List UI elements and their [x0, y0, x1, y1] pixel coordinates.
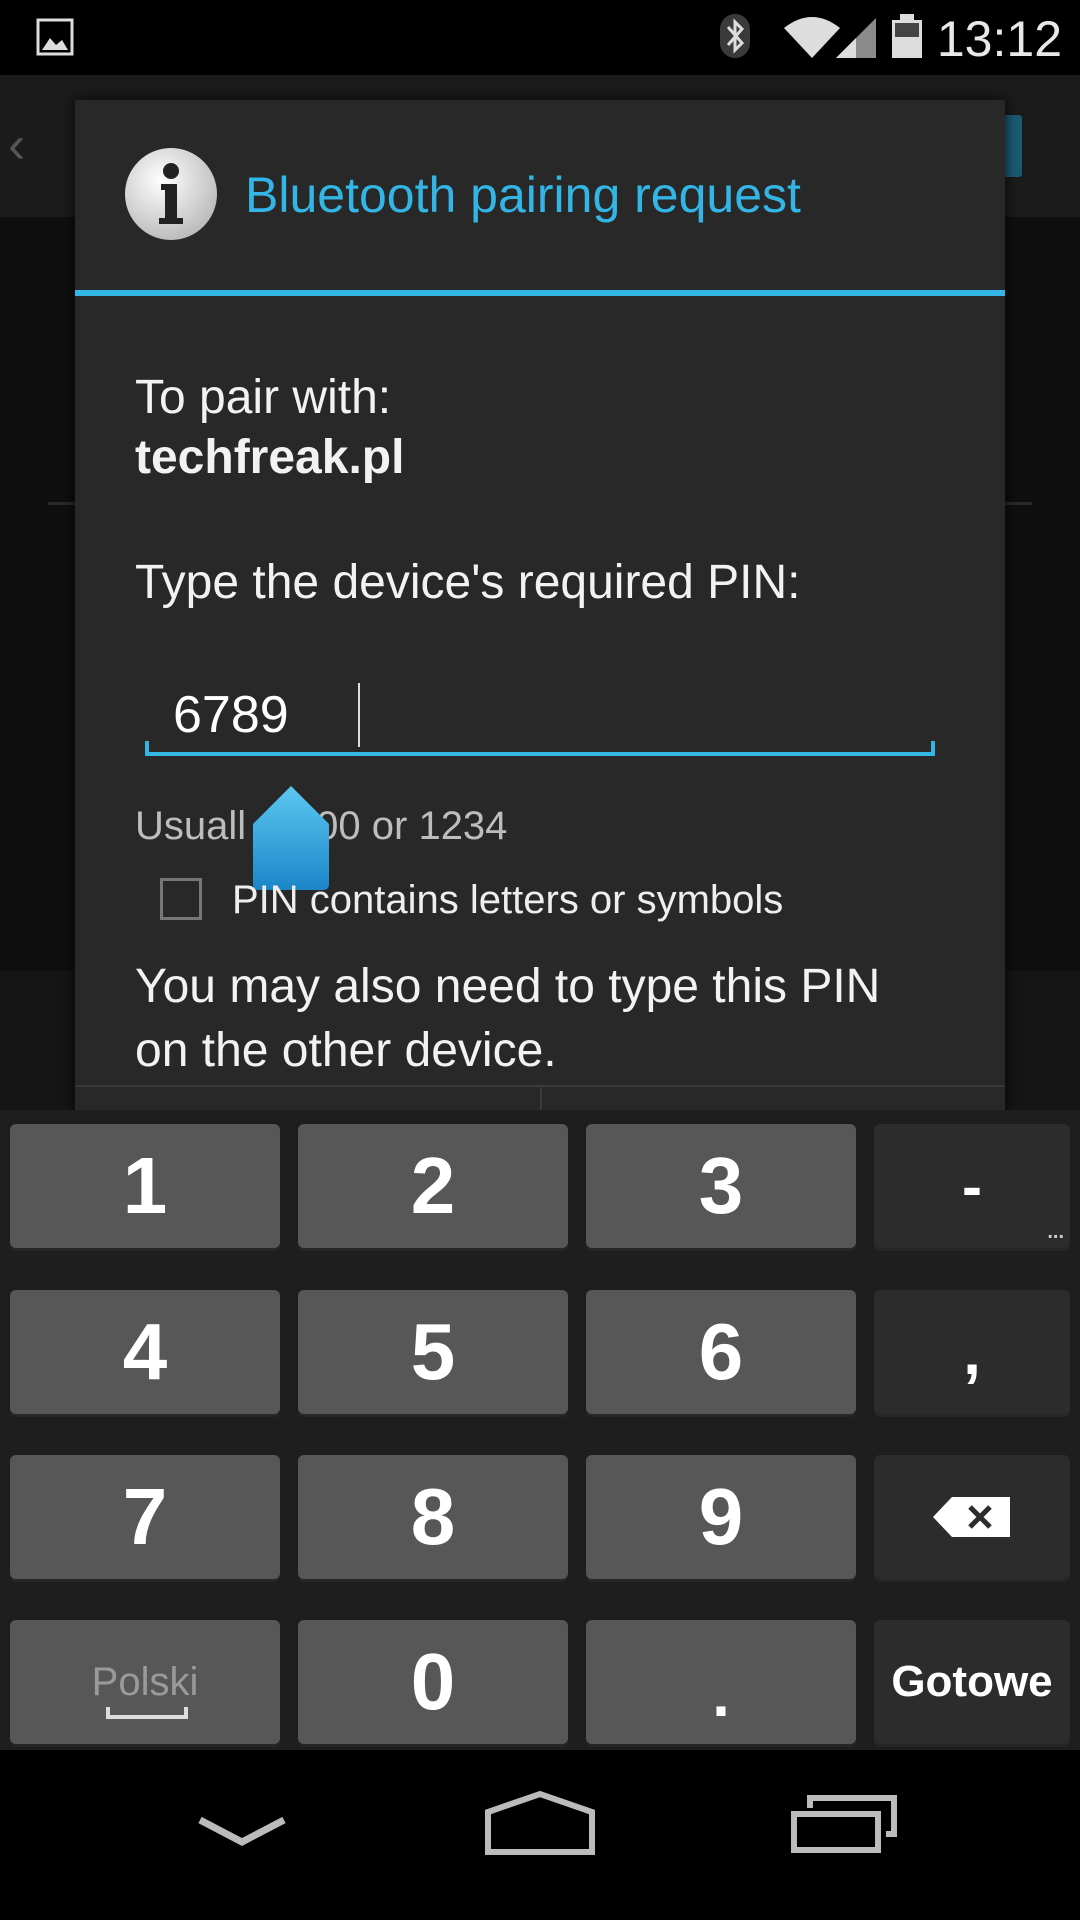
- pin-input-value: 6789: [173, 686, 289, 744]
- key-8-label: 8: [410, 1472, 456, 1561]
- pair-label: To pair with:: [135, 371, 392, 424]
- key-4[interactable]: 4: [10, 1290, 280, 1414]
- title-divider: [75, 290, 1005, 296]
- letters-symbols-label[interactable]: PIN contains letters or symbols: [232, 878, 783, 923]
- key-minus[interactable]: - ...: [874, 1124, 1070, 1248]
- key-4-label: 4: [122, 1307, 168, 1396]
- bluetooth-icon: [720, 14, 750, 58]
- text-cursor: [358, 683, 360, 747]
- key-7-label: 7: [122, 1472, 168, 1561]
- key-language-space[interactable]: Polski: [10, 1620, 280, 1744]
- key-period-label: .: [712, 1658, 730, 1730]
- pin-hint-start: Usuall: [135, 804, 247, 848]
- pin-input[interactable]: 6789: [145, 683, 935, 765]
- pin-note: You may also need to type this PIN on th…: [135, 960, 881, 1077]
- key-backspace[interactable]: [874, 1455, 1070, 1579]
- home-icon[interactable]: [484, 1790, 596, 1856]
- key-9[interactable]: 9: [586, 1455, 856, 1579]
- key-period[interactable]: .: [586, 1620, 856, 1744]
- key-done-label: Gotowe: [891, 1657, 1053, 1706]
- space-bar-icon: [106, 1707, 188, 1719]
- status-bar: 13:12: [0, 0, 1080, 75]
- cursor-handle-icon[interactable]: [253, 786, 329, 890]
- device-name: techfreak.pl: [135, 431, 405, 484]
- key-2-label: 2: [410, 1141, 456, 1230]
- input-underline: [145, 752, 935, 756]
- back-chevron-icon: ‹: [8, 116, 26, 174]
- key-6-label: 6: [698, 1307, 744, 1396]
- backspace-icon: [933, 1497, 1010, 1537]
- hide-keyboard-icon[interactable]: [196, 1812, 288, 1852]
- letters-symbols-checkbox[interactable]: [160, 878, 202, 920]
- signal-icon: [836, 18, 876, 58]
- key-comma-label: ,: [963, 1316, 981, 1388]
- dialog-button-separator: [540, 1087, 542, 1110]
- key-done[interactable]: Gotowe: [874, 1620, 1070, 1744]
- dialog-header: Bluetooth pairing request: [75, 100, 1005, 290]
- battery-icon: [892, 14, 922, 58]
- pin-prompt: Type the device's required PIN:: [135, 556, 801, 609]
- key-comma[interactable]: ,: [874, 1290, 1070, 1414]
- key-language-label: Polski: [91, 1659, 199, 1704]
- key-6[interactable]: 6: [586, 1290, 856, 1414]
- key-8[interactable]: 8: [298, 1455, 568, 1579]
- pin-hint-end: 00 or 1234: [316, 804, 508, 848]
- key-1[interactable]: 1: [10, 1124, 280, 1248]
- key-2[interactable]: 2: [298, 1124, 568, 1248]
- key-0[interactable]: 0: [298, 1620, 568, 1744]
- navigation-bar: [0, 1750, 1080, 1920]
- key-0-label: 0: [410, 1637, 456, 1726]
- key-minus-label: -: [962, 1152, 982, 1220]
- key-9-label: 9: [698, 1472, 744, 1561]
- key-1-label: 1: [122, 1141, 168, 1230]
- dialog-title: Bluetooth pairing request: [245, 167, 801, 223]
- more-symbols-indicator: ...: [1047, 1221, 1064, 1243]
- key-5[interactable]: 5: [298, 1290, 568, 1414]
- key-3[interactable]: 3: [586, 1124, 856, 1248]
- recent-apps-icon[interactable]: [790, 1790, 900, 1854]
- gallery-notification-icon: [36, 18, 74, 56]
- numeric-keyboard: 1 2 3 - ... 4 5 6 , 7 8 9 Polski 0 . Got…: [0, 1110, 1080, 1750]
- input-underline-right-tick: [931, 741, 935, 755]
- key-7[interactable]: 7: [10, 1455, 280, 1579]
- clock: 13:12: [936, 11, 1062, 67]
- info-icon: [125, 148, 217, 240]
- key-3-label: 3: [698, 1141, 744, 1230]
- key-5-label: 5: [410, 1307, 456, 1396]
- bluetooth-pairing-dialog: Bluetooth pairing request To pair with: …: [75, 100, 1005, 1110]
